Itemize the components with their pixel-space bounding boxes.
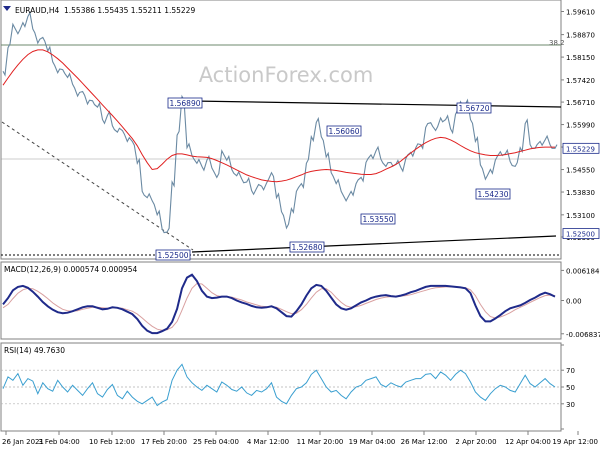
label-1-56060: 1.56060: [326, 125, 362, 137]
x-tick-label: 11 Mar 20:00: [297, 438, 344, 446]
chart-window: ActionForex.com 1.56890 1.56720 1.56060 1.5…: [0, 0, 600, 450]
price-y-tick-label: 1.58150: [566, 54, 595, 62]
label-1-52680: 1.52680: [289, 241, 325, 253]
fib-38-label: 38.2: [549, 39, 565, 47]
rsi-y-tick-label: 50: [566, 384, 575, 392]
label-1-54230: 1.54230: [475, 188, 511, 200]
x-tick-label: 17 Feb 20:00: [141, 438, 187, 446]
dropdown-triangle-icon[interactable]: [3, 6, 11, 11]
label-1-56720: 1.56720: [456, 102, 492, 114]
x-tick-label: 26 Mar 12:00: [401, 438, 448, 446]
svg-text:1.56720: 1.56720: [458, 104, 489, 113]
price-y-tick-label: 1.55990: [566, 122, 595, 130]
svg-text:1.54230: 1.54230: [477, 190, 508, 199]
x-tick-label: 3 Feb 04:00: [38, 438, 79, 446]
label-1-53550: 1.53550: [360, 213, 396, 225]
price-y-tick-label: 1.57420: [566, 77, 595, 85]
watermark: ActionForex.com: [199, 63, 374, 87]
price-y-tick-label: 1.53100: [566, 212, 595, 220]
price-y-tick-label: 1.58870: [566, 32, 595, 40]
x-tick-label: 4 Mar 12:00: [247, 438, 289, 446]
ohlc-values: 1.55386 1.55435 1.55211 1.55229: [64, 6, 195, 15]
chart-canvas: ActionForex.com 1.56890 1.56720 1.56060 1.5…: [0, 0, 600, 446]
symbol-label: EURAUD,H4: [15, 6, 60, 15]
svg-text:1.56890: 1.56890: [169, 99, 200, 108]
price-series-line: [2, 11, 558, 234]
rsi-y-tick-label: 70: [566, 367, 575, 375]
label-1-52500: 1.52500: [155, 249, 191, 261]
svg-text:1.52680: 1.52680: [291, 243, 322, 252]
x-tick-label: 12 Apr 04:00: [505, 438, 551, 446]
svg-text:1.52500: 1.52500: [566, 231, 595, 239]
rsi-title: RSI(14) 49.7630: [4, 346, 65, 355]
svg-text:1.56060: 1.56060: [328, 127, 359, 136]
macd-y-tick-label: 0.00: [566, 298, 582, 306]
channel-lower-line: [191, 235, 557, 253]
macd-main-line: [2, 273, 556, 335]
price-y-tick-label: 1.54550: [566, 167, 595, 175]
x-tick-label: 25 Feb 04:00: [193, 438, 239, 446]
x-tick-label: 19 Mar 04:00: [349, 438, 396, 446]
symbol-header: EURAUD,H4 1.55386 1.55435 1.55211 1.5522…: [3, 6, 195, 15]
current-price-badge: 1.55229: [562, 142, 600, 154]
price-y-tick-label: 1.59610: [566, 8, 595, 16]
svg-text:1.55229: 1.55229: [566, 145, 595, 153]
label-1-56890: 1.56890: [167, 97, 203, 109]
svg-text:1.52500: 1.52500: [157, 251, 188, 260]
price-y-tick-label: 1.53830: [566, 189, 595, 197]
price-panel-frame: [0, 0, 562, 260]
support-level-badge: 1.52500: [562, 228, 600, 239]
macd-y-tick-label: 0.006184: [566, 267, 600, 275]
rsi-y-tick-label: 30: [566, 401, 575, 409]
macd-y-tick-label: -0.006837: [566, 331, 600, 339]
x-tick-label: 10 Feb 12:00: [89, 438, 135, 446]
svg-text:1.53550: 1.53550: [362, 215, 393, 224]
channel-upper-line: [191, 100, 561, 108]
macd-title: MACD(12,26,9) 0.000574 0.000954: [4, 265, 138, 274]
x-tick-label: 19 Apr 12:00: [552, 438, 598, 446]
trend-line-dotted: [1, 121, 194, 251]
price-y-tick-label: 1.56710: [566, 99, 595, 107]
x-tick-label: 2 Apr 20:00: [455, 438, 496, 446]
